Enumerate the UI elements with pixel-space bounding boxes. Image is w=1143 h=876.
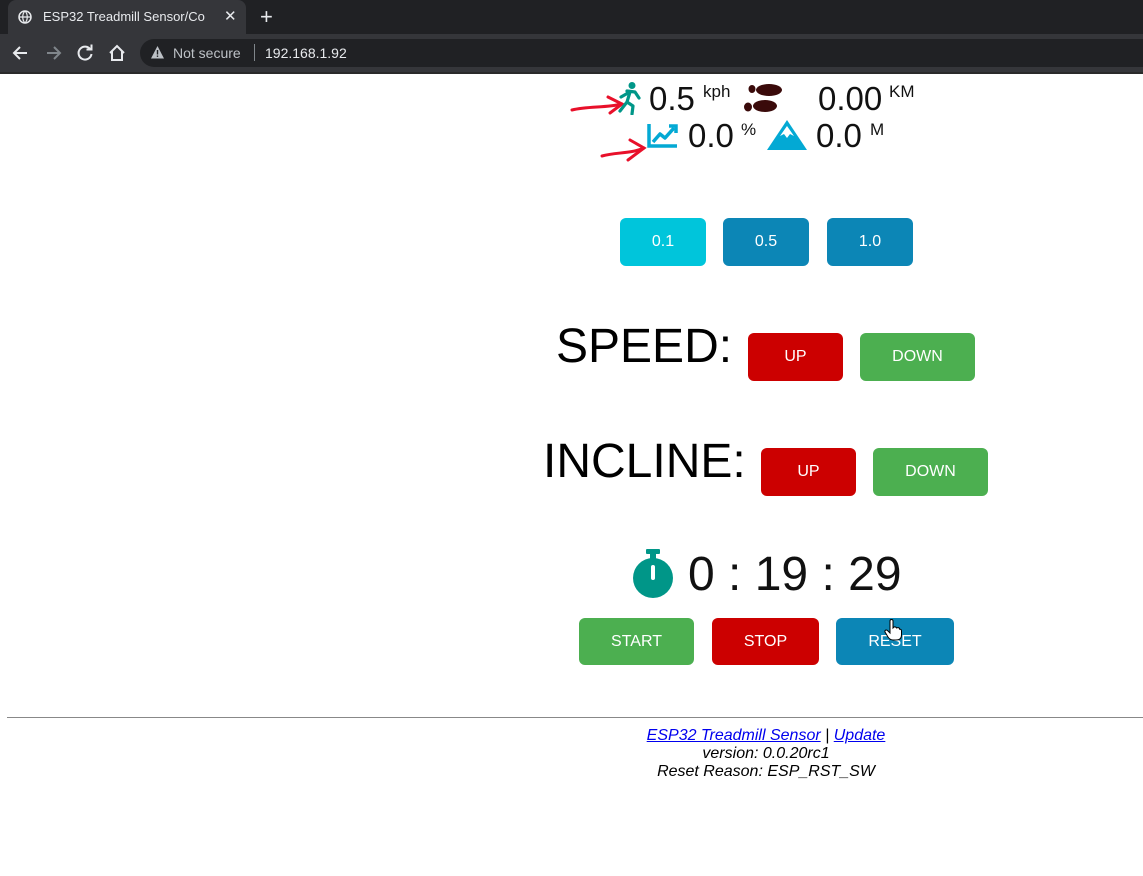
new-tab-icon[interactable]: +: [260, 4, 273, 30]
back-arrow-icon[interactable]: [11, 43, 31, 63]
reload-icon[interactable]: [75, 43, 95, 63]
speed-label: SPEED:: [556, 320, 733, 373]
distance-unit: KM: [889, 82, 915, 101]
timer-sep-2: :: [821, 548, 835, 601]
url-text[interactable]: 192.168.1.92: [265, 45, 347, 61]
speed-unit: kph: [703, 82, 731, 101]
close-icon[interactable]: ✕: [224, 7, 237, 25]
stopwatch-icon: [633, 549, 673, 598]
step-1-0-button[interactable]: 1.0: [827, 218, 913, 266]
globe-icon: [18, 10, 32, 24]
annotation-arrow-incline: [600, 138, 647, 162]
incline-chart-icon: [647, 124, 678, 148]
reset-reason-text: Reset Reason: ESP_RST_SW: [657, 763, 875, 780]
incline-down-button[interactable]: DOWN: [873, 448, 988, 496]
incline-label: INCLINE:: [543, 435, 746, 488]
footprints-icon: [744, 84, 782, 112]
update-link[interactable]: Update: [834, 727, 886, 744]
elevation-value: 0.0: [816, 117, 862, 154]
footer: ESP32 Treadmill Sensor | Update version:…: [560, 727, 972, 781]
home-icon[interactable]: [107, 43, 127, 63]
timer-hours: 0: [688, 548, 715, 601]
security-label[interactable]: Not secure: [173, 45, 241, 61]
running-person-icon: [618, 82, 641, 115]
timer-minutes: 19: [754, 548, 809, 601]
speed-down-button[interactable]: DOWN: [860, 333, 975, 381]
toolbar-divider: [0, 72, 1143, 74]
footer-divider: [7, 717, 1143, 718]
version-text: version: 0.0.20rc1: [702, 745, 830, 762]
footer-separator: |: [825, 727, 830, 744]
omnibox-divider: [254, 44, 255, 61]
start-button[interactable]: START: [579, 618, 694, 665]
step-0-1-button[interactable]: 0.1: [620, 218, 706, 266]
mountain-icon: [767, 120, 807, 150]
elevation-unit: M: [870, 120, 885, 139]
forward-arrow-icon[interactable]: [43, 43, 63, 63]
incline-up-button[interactable]: UP: [761, 448, 856, 496]
hand-cursor-icon: [884, 619, 902, 641]
timer-display: 0 : 19 : 29: [688, 547, 902, 602]
speed-up-button[interactable]: UP: [748, 333, 843, 381]
step-0-5-button[interactable]: 0.5: [723, 218, 809, 266]
footer-links: ESP32 Treadmill Sensor | Update: [560, 727, 972, 745]
tab-title: ESP32 Treadmill Sensor/Co: [43, 9, 205, 24]
warning-icon[interactable]: [150, 45, 165, 60]
speed-value: 0.5: [649, 80, 695, 117]
home-link[interactable]: ESP32 Treadmill Sensor: [647, 727, 821, 744]
timer-seconds: 29: [848, 548, 902, 601]
stop-button[interactable]: STOP: [712, 618, 819, 665]
distance-value: 0.00: [818, 80, 883, 117]
incline-unit: %: [741, 120, 757, 139]
incline-value: 0.0: [688, 117, 734, 154]
timer-sep-1: :: [728, 548, 742, 601]
